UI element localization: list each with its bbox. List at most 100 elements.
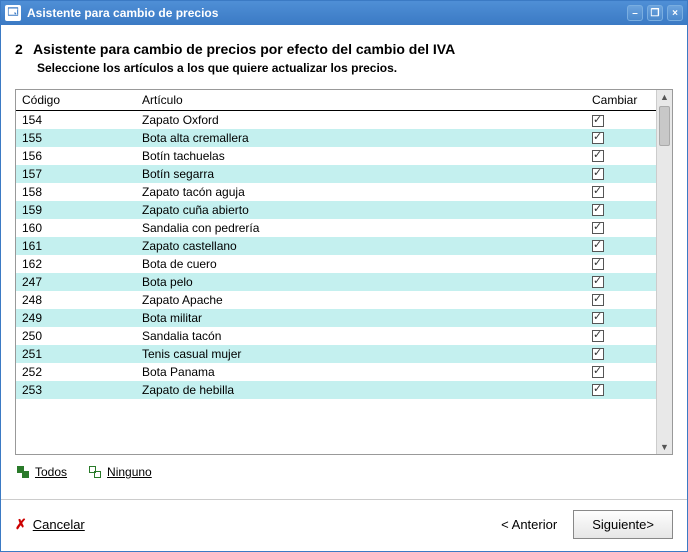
cell-code: 252	[16, 363, 136, 381]
change-checkbox[interactable]	[592, 222, 604, 234]
cell-change	[586, 165, 656, 183]
cell-article: Zapato de hebilla	[136, 381, 586, 399]
cell-article: Zapato Apache	[136, 291, 586, 309]
header-change[interactable]: Cambiar	[586, 90, 656, 111]
change-checkbox[interactable]	[592, 186, 604, 198]
cell-article: Zapato Oxford	[136, 111, 586, 129]
window-title: Asistente para cambio de precios	[27, 6, 627, 20]
change-checkbox[interactable]	[592, 168, 604, 180]
cell-article: Tenis casual mujer	[136, 345, 586, 363]
select-none-icon	[89, 466, 101, 478]
table-row[interactable]: 250Sandalia tacón	[16, 327, 656, 345]
cell-change	[586, 273, 656, 291]
cell-code: 247	[16, 273, 136, 291]
cell-code: 154	[16, 111, 136, 129]
vertical-scrollbar[interactable]: ▲ ▼	[656, 90, 672, 454]
table-row[interactable]: 161Zapato castellano	[16, 237, 656, 255]
previous-button[interactable]: < Anterior	[495, 513, 563, 536]
table-row[interactable]: 251Tenis casual mujer	[16, 345, 656, 363]
cell-code: 158	[16, 183, 136, 201]
table-row[interactable]: 154Zapato Oxford	[16, 111, 656, 129]
cell-code: 155	[16, 129, 136, 147]
cell-code: 160	[16, 219, 136, 237]
cell-change	[586, 381, 656, 399]
wizard-window: 🗔 Asistente para cambio de precios – ❐ ×…	[0, 0, 688, 552]
change-checkbox[interactable]	[592, 294, 604, 306]
cell-code: 162	[16, 255, 136, 273]
cell-article: Bota pelo	[136, 273, 586, 291]
cell-code: 159	[16, 201, 136, 219]
table-row[interactable]: 158Zapato tacón aguja	[16, 183, 656, 201]
table-row[interactable]: 160Sandalia con pedrería	[16, 219, 656, 237]
cell-change	[586, 147, 656, 165]
change-checkbox[interactable]	[592, 330, 604, 342]
cell-code: 161	[16, 237, 136, 255]
table-row[interactable]: 157Botín segarra	[16, 165, 656, 183]
cell-article: Botín segarra	[136, 165, 586, 183]
cell-change	[586, 183, 656, 201]
cell-code: 249	[16, 309, 136, 327]
change-checkbox[interactable]	[592, 115, 604, 127]
select-all-icon	[17, 466, 29, 478]
header-article[interactable]: Artículo	[136, 90, 586, 111]
cell-change	[586, 309, 656, 327]
titlebar: 🗔 Asistente para cambio de precios – ❐ ×	[1, 1, 687, 25]
table-row[interactable]: 247Bota pelo	[16, 273, 656, 291]
cell-article: Botín tachuelas	[136, 147, 586, 165]
step-title-text: Asistente para cambio de precios por efe…	[33, 41, 455, 57]
table-row[interactable]: 155Bota alta cremallera	[16, 129, 656, 147]
change-checkbox[interactable]	[592, 258, 604, 270]
articles-table-wrap: Código Artículo Cambiar 154Zapato Oxford…	[15, 89, 673, 455]
select-all-label: Todos	[35, 465, 67, 479]
table-row[interactable]: 249Bota militar	[16, 309, 656, 327]
table-row[interactable]: 162Bota de cuero	[16, 255, 656, 273]
table-row[interactable]: 248Zapato Apache	[16, 291, 656, 309]
change-checkbox[interactable]	[592, 240, 604, 252]
cancel-button[interactable]: Cancelar	[33, 517, 85, 532]
cell-article: Bota alta cremallera	[136, 129, 586, 147]
table-row[interactable]: 253Zapato de hebilla	[16, 381, 656, 399]
cancel-icon: ✗	[15, 516, 27, 533]
table-row[interactable]: 252Bota Panama	[16, 363, 656, 381]
change-checkbox[interactable]	[592, 132, 604, 144]
cell-change	[586, 291, 656, 309]
cell-article: Sandalia tacón	[136, 327, 586, 345]
select-none-label: Ninguno	[107, 465, 152, 479]
articles-table-scroll: Código Artículo Cambiar 154Zapato Oxford…	[16, 90, 656, 454]
cell-change	[586, 237, 656, 255]
footer: ✗ Cancelar < Anterior Siguiente>	[1, 500, 687, 551]
app-icon: 🗔	[5, 5, 21, 21]
change-checkbox[interactable]	[592, 312, 604, 324]
change-checkbox[interactable]	[592, 366, 604, 378]
cell-change	[586, 255, 656, 273]
change-checkbox[interactable]	[592, 150, 604, 162]
header-code[interactable]: Código	[16, 90, 136, 111]
select-none-button[interactable]: Ninguno	[89, 465, 152, 479]
close-button[interactable]: ×	[667, 5, 683, 21]
scroll-down-arrow-icon[interactable]: ▼	[657, 440, 672, 454]
select-all-button[interactable]: Todos	[17, 465, 67, 479]
cell-change	[586, 111, 656, 129]
step-subtitle: Seleccione los artículos a los que quier…	[37, 61, 673, 75]
change-checkbox[interactable]	[592, 348, 604, 360]
table-row[interactable]: 156Botín tachuelas	[16, 147, 656, 165]
cell-article: Bota Panama	[136, 363, 586, 381]
change-checkbox[interactable]	[592, 276, 604, 288]
step-header: 2Asistente para cambio de precios por ef…	[15, 37, 673, 85]
change-checkbox[interactable]	[592, 204, 604, 216]
scroll-up-arrow-icon[interactable]: ▲	[657, 90, 672, 104]
cell-article: Sandalia con pedrería	[136, 219, 586, 237]
cell-code: 251	[16, 345, 136, 363]
restore-button[interactable]: ❐	[647, 5, 663, 21]
table-row[interactable]: 159Zapato cuña abierto	[16, 201, 656, 219]
change-checkbox[interactable]	[592, 384, 604, 396]
cell-change	[586, 201, 656, 219]
scroll-thumb[interactable]	[659, 106, 670, 146]
cell-code: 248	[16, 291, 136, 309]
cell-change	[586, 129, 656, 147]
minimize-button[interactable]: –	[627, 5, 643, 21]
content-area: 2Asistente para cambio de precios por ef…	[1, 25, 687, 497]
next-button[interactable]: Siguiente>	[573, 510, 673, 539]
cell-change	[586, 327, 656, 345]
cell-code: 157	[16, 165, 136, 183]
